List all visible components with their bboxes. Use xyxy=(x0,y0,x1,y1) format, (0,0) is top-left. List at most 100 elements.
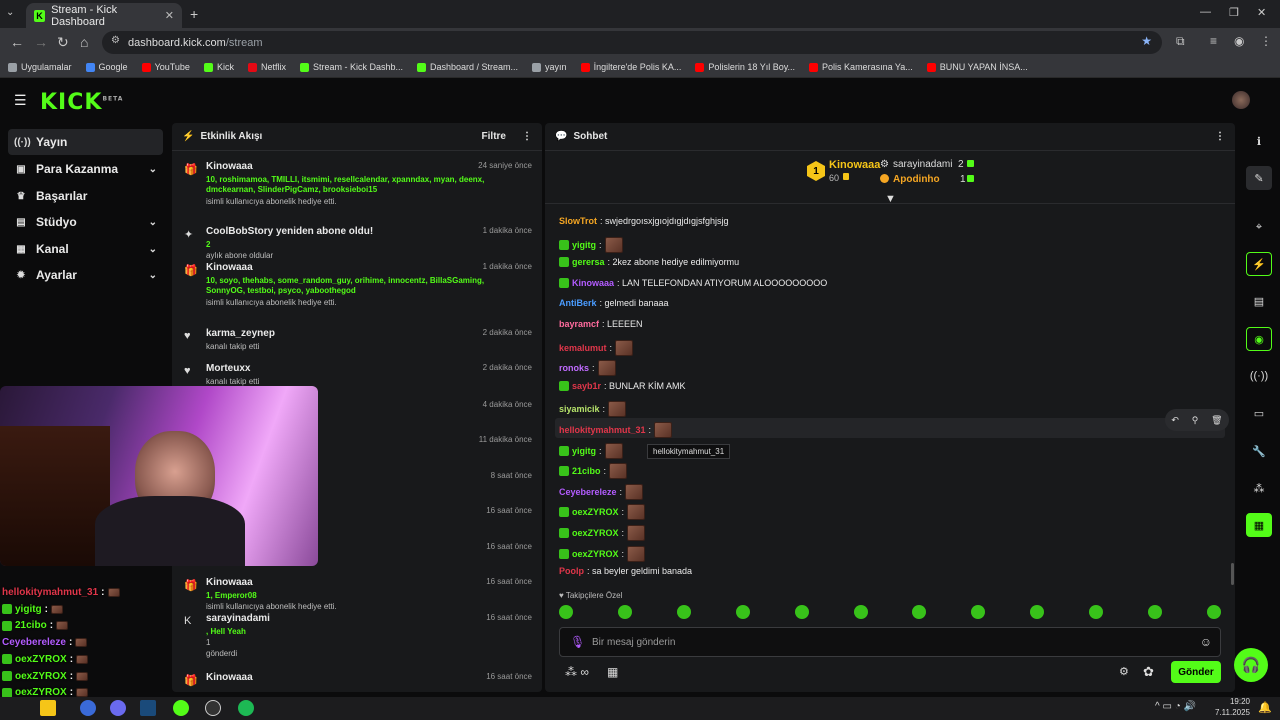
chevron-down-icon[interactable]: ⌄ xyxy=(149,270,157,281)
chat-message[interactable]: SlowTrot: swjedrgoısxjgıojdıgjdıgjsfghjs… xyxy=(559,216,729,226)
sidebar-item-4[interactable]: ▤ Stüdyo ⌄ xyxy=(8,209,163,235)
chat-username[interactable]: 21cibo xyxy=(572,466,601,476)
chat-username[interactable]: oexZYROX xyxy=(572,507,619,517)
chat-username[interactable]: oexZYROX xyxy=(572,528,619,538)
emote-icon[interactable] xyxy=(912,605,927,619)
chat-settings-icon[interactable]: ⚙ xyxy=(1119,665,1129,678)
chat-message[interactable]: oexZYROX: xyxy=(559,504,646,521)
kick-app-icon[interactable] xyxy=(173,700,189,716)
chat-username[interactable]: ronoks xyxy=(559,363,589,373)
activity-event[interactable]: Ksarayinadami 16 saat önce , Hell Yeah 1 gön… xyxy=(182,613,532,673)
clips-icon[interactable]: ▦ xyxy=(1246,513,1272,537)
reading-list-icon[interactable]: ≡ xyxy=(1210,34,1217,48)
filter-button[interactable]: Filtre xyxy=(482,131,506,142)
bookmark-item[interactable]: Polislerin 18 Yıl Boy... xyxy=(695,62,795,72)
send-button[interactable]: Gönder xyxy=(1171,661,1221,683)
chat-input[interactable]: 🎙 Bir mesaj gönderin ☺ xyxy=(559,627,1221,657)
minimize-icon[interactable]: — xyxy=(1200,6,1211,18)
activity-toggle-icon[interactable]: ⚡ xyxy=(1246,252,1272,276)
steam-icon[interactable] xyxy=(140,700,156,716)
gift-button-icon[interactable]: ✿ xyxy=(1143,664,1154,680)
info-icon[interactable]: ℹ xyxy=(1246,129,1272,153)
new-tab-icon[interactable]: + xyxy=(190,6,198,22)
chat-message[interactable]: Kinowaaa: LAN TELEFONDAN ATIYORUM ALOOOO… xyxy=(559,277,827,288)
chat-username[interactable]: AntiBerk xyxy=(559,298,597,308)
sidebar-item-6[interactable]: ✹ Ayarlar ⌄ xyxy=(8,262,163,288)
activity-more-icon[interactable]: ⋮ xyxy=(522,131,532,142)
close-window-icon[interactable]: ✕ xyxy=(1257,6,1266,19)
chevron-down-icon[interactable]: ⌄ xyxy=(149,217,157,228)
forward-icon[interactable]: → xyxy=(34,34,48,50)
emote-icon[interactable] xyxy=(1206,605,1221,619)
chat-message[interactable]: kemalumut: xyxy=(559,339,634,356)
bookmark-item[interactable]: BUNU YAPAN İNSA... xyxy=(926,62,1028,72)
bookmark-star-icon[interactable]: ★ xyxy=(1141,34,1152,48)
chat-username[interactable]: Kinowaaa xyxy=(572,278,614,288)
back-icon[interactable]: ← xyxy=(10,34,24,50)
chat-message[interactable]: bayramcf: LEEEEN xyxy=(559,319,643,329)
chat-username[interactable]: siyamicik xyxy=(559,404,600,414)
emote-icon[interactable] xyxy=(853,605,868,619)
tab-list-icon[interactable]: ⌄ xyxy=(6,7,14,18)
bookmark-item[interactable]: Google xyxy=(85,62,128,72)
store-icon[interactable]: ▦ xyxy=(607,665,618,679)
chevron-down-icon[interactable]: ⌄ xyxy=(149,164,157,175)
chat-message[interactable]: Ceyebereleze: xyxy=(559,483,644,500)
layout-icon[interactable]: ▭ xyxy=(1246,401,1272,425)
chat-username[interactable]: kemalumut xyxy=(559,343,607,353)
bookmark-item[interactable]: yayın xyxy=(532,62,567,72)
restore-icon[interactable]: ❐ xyxy=(1229,6,1239,19)
activity-event[interactable]: 🎁 Kinowaaa 24 saniye önce 10, roshimamoa, T… xyxy=(182,161,532,221)
bookmark-item[interactable]: Uygulamalar xyxy=(8,62,72,72)
emote-icon[interactable] xyxy=(676,605,691,619)
chat-message[interactable]: AntiBerk: gelmedi banaaa xyxy=(559,298,669,308)
activity-event[interactable]: 🎁 Kinowaaa 16 saat önce xyxy=(182,672,532,692)
gifter-2-name[interactable]: sarayinadami xyxy=(893,159,952,170)
discord-icon[interactable] xyxy=(110,700,126,716)
sidebar-item-5[interactable]: ▦ Kanal ⌄ xyxy=(8,236,163,262)
chat-message[interactable]: gerersa: 2kez abone hediye edilmiyormu xyxy=(559,257,739,268)
edit-icon[interactable]: ✎ xyxy=(1246,166,1272,190)
browser-tab[interactable]: K Stream - Kick Dashboard ✕ xyxy=(26,3,182,28)
share-icon[interactable]: ⁂ xyxy=(1246,476,1272,500)
reload-icon[interactable]: ↻ xyxy=(57,34,69,51)
delete-icon[interactable]: 🗑 xyxy=(1211,415,1222,426)
chat-username[interactable]: Ceyebereleze xyxy=(559,487,617,497)
chat-message[interactable]: oexZYROX: xyxy=(559,525,646,541)
sidebar-item-3[interactable]: ♛ Başarılar xyxy=(8,183,163,209)
chat-message[interactable]: ronoks: xyxy=(559,360,616,377)
bookmark-item[interactable]: Stream - Kick Dashb... xyxy=(299,62,403,72)
emote-icon[interactable] xyxy=(971,605,986,619)
obs-icon[interactable] xyxy=(205,700,221,716)
bookmark-item[interactable]: Dashboard / Stream... xyxy=(417,62,518,72)
chat-username[interactable]: hellokitymahmut_31 xyxy=(559,425,646,435)
chat-username[interactable]: Poolp xyxy=(559,566,584,576)
profile-icon[interactable]: ◉ xyxy=(1234,34,1244,48)
activity-event[interactable]: 🎁 Kinowaaa 1 dakika önce 10, soyo, thehabs,… xyxy=(182,262,532,322)
chat-username[interactable]: SlowTrot xyxy=(559,216,597,226)
url-bar[interactable]: ⚙ dashboard.kick.com/stream ★ xyxy=(102,31,1162,54)
wrench-icon[interactable]: 🔧 xyxy=(1246,439,1272,463)
chat-toggle-icon[interactable]: ◉ xyxy=(1246,327,1272,351)
chat-scrollbar[interactable] xyxy=(1231,563,1234,585)
chevron-down-icon[interactable]: ⌄ xyxy=(149,244,157,255)
bookmark-item[interactable]: Kick xyxy=(203,62,234,72)
chat-message[interactable]: hellokitymahmut_31: xyxy=(559,422,673,438)
chat-message[interactable]: oexZYROX: xyxy=(559,545,646,562)
chat-more-icon[interactable]: ⋮ xyxy=(1215,131,1225,142)
spotify-icon[interactable] xyxy=(238,700,254,716)
chat-message[interactable]: sayb1r: BUNLAR KİM AMK xyxy=(559,380,686,391)
bookmark-item[interactable]: İngiltere'de Polis KA... xyxy=(580,62,681,72)
emote-icon[interactable] xyxy=(735,605,750,619)
chat-message[interactable]: yigitg: xyxy=(559,236,623,253)
extensions-icon[interactable]: ⧉ xyxy=(1176,34,1185,49)
support-button[interactable]: 🎧 xyxy=(1234,648,1268,682)
gifter-3-name[interactable]: Apodinho xyxy=(893,174,940,185)
system-tray-icons[interactable]: ^ ▭ ◔ 🔊 xyxy=(1155,701,1196,712)
close-tab-icon[interactable]: ✕ xyxy=(165,9,174,22)
site-info-icon[interactable]: ⚙ xyxy=(111,35,120,46)
chat-message[interactable]: siyamicik: xyxy=(559,401,627,418)
reply-icon[interactable]: ↶ xyxy=(1171,415,1179,426)
chat-message[interactable]: 21cibo: xyxy=(559,463,628,480)
pin-icon[interactable]: ⚲ xyxy=(1192,415,1199,426)
